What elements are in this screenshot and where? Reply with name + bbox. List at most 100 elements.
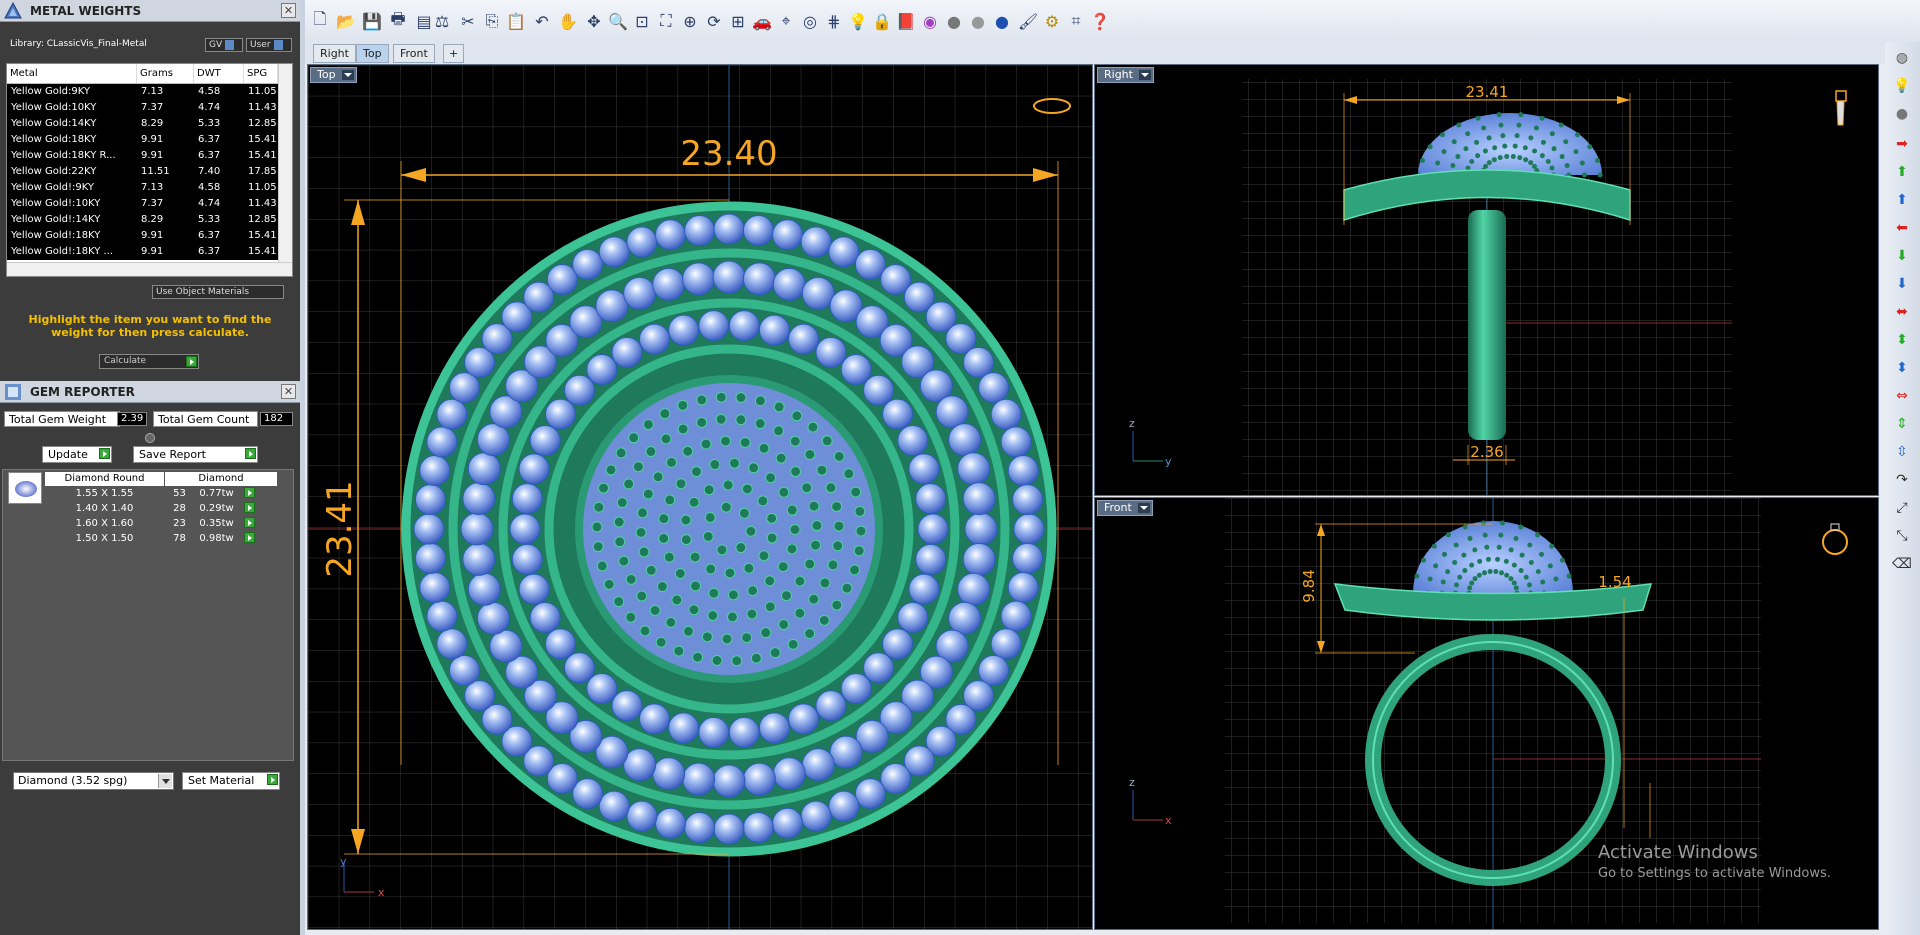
column-header[interactable]: SPG [244,64,278,83]
pan-hand-icon[interactable]: ✋ [557,10,579,32]
table-row[interactable]: Yellow Gold!:18KY 9.91 6.37 15.41 [7,228,292,244]
gem-row[interactable]: 1.50 X 1.50 78 0.98tw [45,531,277,546]
update-button[interactable]: Update [42,446,112,463]
tab-top[interactable]: Top [356,44,389,63]
light-bulb-icon[interactable]: 💡 [847,10,869,32]
viewport-label-top[interactable]: Top [310,67,357,83]
render-sphere-icon[interactable]: ● [991,10,1013,32]
horizontal-scrollbar[interactable] [7,262,292,276]
arrow-right-icon[interactable]: ➡ [1891,134,1913,154]
arrow-up-blue-icon[interactable]: ⬆ [1891,190,1913,210]
gem-row-go-button[interactable] [239,501,257,516]
new-file-icon[interactable]: 🗋 [309,9,331,32]
gem-row[interactable]: 1.40 X 1.40 28 0.29tw [45,501,277,516]
front-view-ring-icon[interactable] [1822,523,1848,555]
arrow-down-icon[interactable]: ⬇ [1891,246,1913,266]
viewport-label-front[interactable]: Front [1097,500,1153,516]
copy-icon[interactable]: ⎘ [481,10,503,32]
viewport-top[interactable]: 23.40 23.41 y x Top [307,64,1093,930]
camera-icon[interactable]: ⌖ [775,10,797,32]
rotate-arc-icon[interactable]: ↷ [1891,470,1913,490]
table-row[interactable]: Yellow Gold!:14KY 8.29 5.33 12.85 [7,212,292,228]
paste-icon[interactable]: 📋 [505,10,527,32]
mirror-horizontal-icon[interactable]: ⇔ [1891,386,1913,406]
table-row[interactable]: Yellow Gold!:18KY ... 9.91 6.37 15.41 [7,244,292,260]
table-row[interactable]: Yellow Gold:10KY 7.37 4.74 11.43 [7,100,292,116]
column-header[interactable]: Metal [7,64,137,83]
print-icon[interactable]: 🖶 [387,9,409,32]
add-tab-button[interactable]: + [443,44,465,63]
globe-icon[interactable]: ◍ [1891,48,1913,68]
zoom-icon[interactable]: 🔍 [607,10,629,32]
weights-icon[interactable]: ⚖ [431,10,453,32]
color-wheel-icon[interactable]: ◉ [919,10,941,32]
gem-row[interactable]: 1.60 X 1.60 23 0.35tw [45,516,277,531]
user-toggle[interactable]: User [246,38,292,52]
material-select[interactable]: Diamond (3.52 spg) [13,772,174,790]
table-row[interactable]: Yellow Gold:9KY 7.13 4.58 11.05 [7,84,292,100]
splitter-handle[interactable] [145,433,155,443]
mirror-vertical-icon[interactable]: ⇕ [1891,414,1913,434]
arrow-down-blue-icon[interactable]: ⬇ [1891,274,1913,294]
four-viewports-icon[interactable]: ⊞ [727,10,749,32]
arrow-vertical-blue-icon[interactable]: ⬍ [1891,358,1913,378]
table-row[interactable]: Yellow Gold!:9KY 7.13 4.58 11.05 [7,180,292,196]
twist-icon[interactable]: ⤡ [1891,526,1913,546]
arrow-vertical-icon[interactable]: ⬍ [1891,330,1913,350]
gem-row-go-button[interactable] [239,531,257,546]
gem-row-go-button[interactable] [239,486,257,501]
arrow-left-icon[interactable]: ⬅ [1891,218,1913,238]
bend-icon[interactable]: ⤢ [1891,498,1913,518]
column-header[interactable]: Grams [137,64,194,83]
gv-toggle[interactable]: GV [205,38,243,52]
grid-icon[interactable]: ⋕ [823,10,845,32]
save-report-button[interactable]: Save Report [133,446,258,463]
help-icon[interactable]: ❓ [1089,10,1111,32]
close-icon[interactable]: ✕ [281,3,296,18]
arrow-up-icon[interactable]: ⬆ [1891,162,1913,182]
table-row[interactable]: Yellow Gold:18KY 9.91 6.37 15.41 [7,132,292,148]
material-book-icon[interactable]: 📕 [895,10,917,32]
target-icon[interactable]: ◎ [799,10,821,32]
open-folder-icon[interactable]: 📂 [335,10,357,32]
zoom-selected-icon[interactable]: ⊕ [679,10,701,32]
table-row[interactable]: Yellow Gold!:10KY 7.37 4.74 11.43 [7,196,292,212]
save-icon[interactable]: 💾 [361,10,383,32]
table-row[interactable]: Yellow Gold:14KY 8.29 5.33 12.85 [7,116,292,132]
zoom-window-icon[interactable]: ⊡ [631,10,653,32]
diamond-round-thumbnail[interactable] [8,472,42,504]
right-view-cube-icon[interactable] [1835,90,1847,126]
light-bulb-icon[interactable]: 💡 [1891,76,1913,96]
rotate-view-icon[interactable]: ⟳ [703,10,725,32]
scale-icon[interactable]: ⇳ [1891,442,1913,462]
gem-row-go-button[interactable] [239,516,257,531]
use-object-materials-checkbox[interactable]: Use Object Materials [152,285,284,299]
calculate-button[interactable]: Calculate [99,354,199,369]
eraser-icon[interactable]: ⌫ [1891,554,1913,574]
brush-icon[interactable]: 🖌 [1017,10,1039,32]
move-view-icon[interactable]: ✥ [583,10,605,32]
undo-icon[interactable]: ↶ [531,10,553,32]
wireframe-sphere-icon[interactable]: ● [943,10,965,32]
tab-right[interactable]: Right [313,44,356,63]
zoom-extents-icon[interactable]: ⛶ [655,10,677,32]
settings-gear-icon[interactable]: ⚙ [1041,10,1063,32]
vertical-scrollbar[interactable] [278,64,292,264]
viewport-label-right[interactable]: Right [1097,67,1154,83]
set-material-button[interactable]: Set Material [182,772,280,790]
table-row[interactable]: Yellow Gold:18KY R... 9.91 6.37 15.41 [7,148,292,164]
lock-icon[interactable]: 🔒 [871,10,893,32]
close-icon[interactable]: ✕ [281,384,296,399]
car-icon[interactable]: 🚗 [751,10,773,32]
gem-row[interactable]: 1.55 X 1.55 53 0.77tw [45,486,277,501]
table-row[interactable]: Yellow Gold:22KY 11.51 7.40 17.85 [7,164,292,180]
tab-front[interactable]: Front [393,44,435,63]
shaded-sphere-icon[interactable]: ● [967,10,989,32]
arrow-horizontal-icon[interactable]: ⬌ [1891,302,1913,322]
column-header[interactable]: DWT [194,64,244,83]
cut-icon[interactable]: ✂ [457,10,479,32]
sphere-icon[interactable]: ● [1891,104,1913,124]
viewport-right[interactable]: 23.41 2.36 z y Right [1094,64,1879,496]
panel-splitter[interactable] [300,0,305,935]
snap-icon[interactable]: ⌗ [1065,10,1087,32]
